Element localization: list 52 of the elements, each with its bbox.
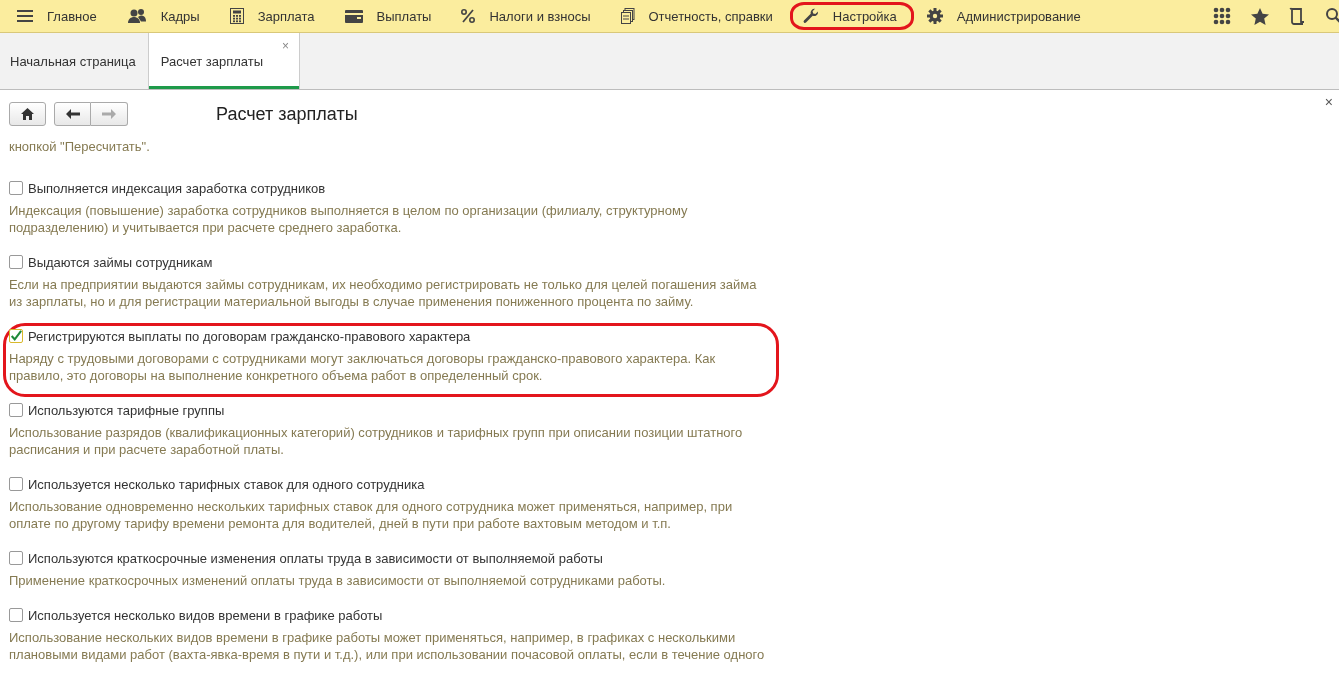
tab-close-button[interactable]: × [282, 39, 290, 53]
nav-item[interactable]: Администрирование [913, 2, 1098, 30]
nav-item[interactable]: Настройка [789, 2, 914, 30]
option-description: Применение краткосрочных изменений оплаты труда в зависимости от выполняемой сотрудниками работы. [9, 572, 667, 589]
wallet-icon [344, 9, 363, 23]
calculator-icon [229, 8, 244, 24]
option-label: Используется несколько видов времени в графике работы [28, 607, 383, 623]
option-label: Регистрируются выплаты по договорам гражданско-правового характера [28, 328, 471, 344]
checkbox[interactable] [9, 551, 23, 565]
option-label: Выдаются займы сотрудникам [28, 254, 213, 270]
nav-item[interactable]: Отчетность, справки [607, 2, 790, 30]
option-label: Используется несколько тарифных ставок для одного сотрудника [28, 476, 425, 492]
arrow-right-icon [102, 109, 116, 119]
checkbox[interactable] [9, 255, 23, 269]
star-icon[interactable] [1251, 7, 1269, 25]
option-label: Используются краткосрочные изменения оплаты труда в зависимости от выполняемой работы [28, 550, 603, 566]
option-description: Наряду с трудовыми договорами с сотрудниками могут заключаться договоры гражданско-правового характера. Как правило, это договоры на выполнение конкретного объема работ в определенный срок. [9, 350, 717, 384]
documents-icon [620, 8, 635, 24]
search-icon[interactable] [1325, 7, 1339, 25]
tab[interactable]: Расчет зарплаты × [147, 33, 301, 89]
nav-item[interactable]: Налоги и взносы [448, 2, 608, 30]
option-description: Использование одновременно нескольких тарифных ставок для одного сотрудника может применяться, например, при оплате по другому тарифу времени ремонта для водителей, дней в пути при работе вахтовым методом и т.п. [9, 498, 734, 532]
option-description: Использование разрядов (квалификационных категорий) сотрудников и тарифных групп при описании позиции штатного расписания и при расчете заработной платы. [9, 424, 744, 458]
tab[interactable]: Начальная страница [0, 33, 148, 89]
checkbox[interactable] [9, 181, 23, 195]
close-button[interactable]: × [1324, 94, 1333, 110]
checkbox[interactable] [9, 329, 23, 343]
people-icon [126, 8, 147, 24]
settings-icon [926, 8, 943, 24]
back-button[interactable] [54, 102, 91, 126]
option-description: Использование нескольких видов времени в графике работы может применяться, например, в графиках с несколькими плановыми видами работ (вахта-явка-время в пути и т.д.), или при использовании почасовой оплаты, если в течение одного [9, 629, 766, 663]
option-label: Выполняется индексация заработка сотрудников [28, 180, 326, 196]
apps-grid-icon[interactable] [1213, 7, 1231, 25]
description-text: кнопкой "Пересчитать". [9, 138, 151, 155]
wrench-icon [802, 8, 819, 24]
option-label: Используются тарифные группы [28, 402, 225, 418]
nav-item[interactable]: Кадры [113, 2, 217, 30]
menu-icon [17, 9, 33, 23]
nav-item[interactable]: Главное [4, 2, 114, 30]
checkbox[interactable] [9, 477, 23, 491]
home-icon [21, 108, 34, 120]
nav-item[interactable]: Зарплата [216, 2, 332, 30]
page-title: Расчет зарплаты [216, 103, 358, 125]
option-description: Индексация (повышение) заработка сотрудников выполняется в целом по организации (филиалу, структурному подразделению) и учитывается при расчете среднего заработка. [9, 202, 689, 236]
percent-icon [461, 9, 476, 23]
nav-item[interactable]: Выплаты [331, 2, 449, 30]
arrow-left-icon [65, 109, 80, 119]
checkbox[interactable] [9, 608, 23, 622]
home-button[interactable] [9, 102, 46, 126]
checkbox[interactable] [9, 403, 23, 417]
scroll-icon[interactable] [1289, 7, 1305, 25]
option-description: Если на предприятии выдаются займы сотрудникам, их необходимо регистрировать не только для целей погашения займа из зарплаты, но и для регистрации материальной выгоды в случае применения пониженного процента по займу. [9, 276, 758, 310]
